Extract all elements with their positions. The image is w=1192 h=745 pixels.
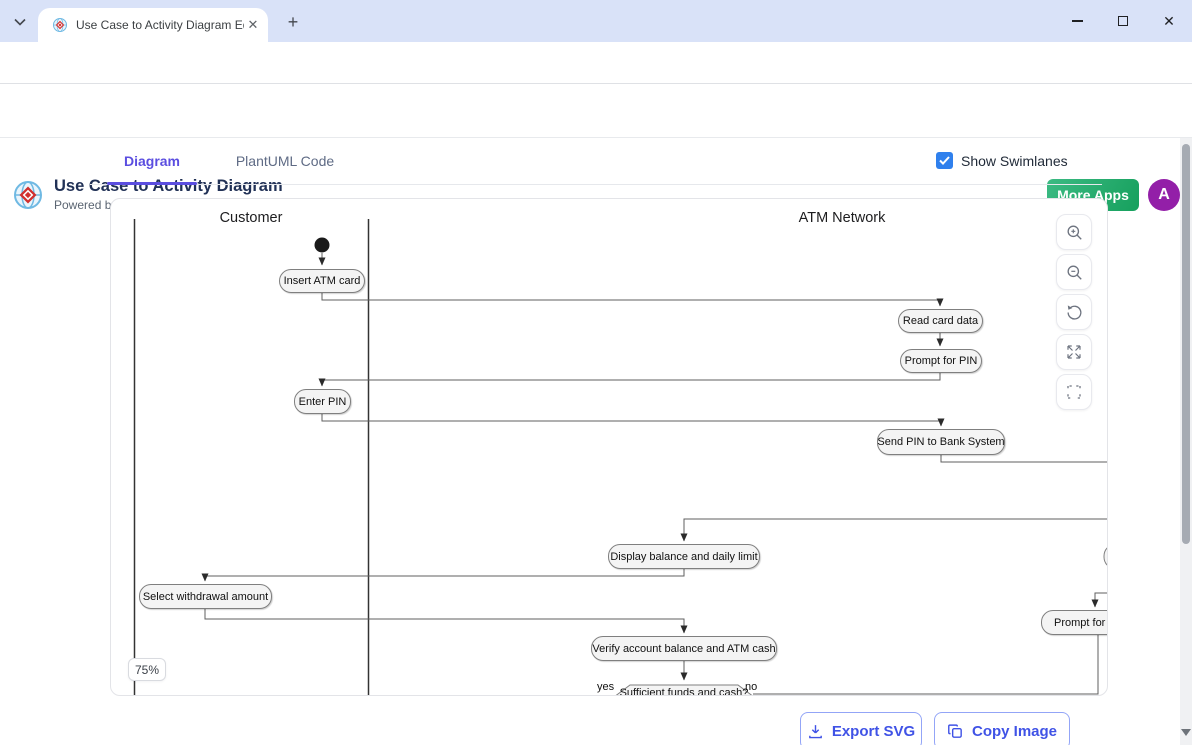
tab-diagram-label: Diagram: [124, 153, 180, 169]
activity-node-send-pin-to-bank: Send PIN to Bank System: [877, 429, 1005, 455]
show-swimlanes-checkbox[interactable]: [936, 152, 953, 169]
maximize-icon: [1118, 16, 1128, 26]
tab-plantuml-label: PlantUML Code: [236, 153, 334, 169]
tab-close-icon[interactable]: ✕: [244, 16, 262, 34]
zoom-out-button[interactable]: [1056, 254, 1092, 290]
activity-node-enter-pin: Enter PIN: [294, 389, 351, 414]
activity-node-insert-atm-card: Insert ATM card: [279, 269, 365, 293]
chevron-down-icon: [14, 18, 26, 26]
swimlane-title-atm-network: ATM Network: [762, 210, 922, 226]
visual-paradigm-favicon-icon: [52, 17, 68, 33]
minimize-icon: [1072, 20, 1083, 22]
show-swimlanes-control[interactable]: Show Swimlanes: [936, 152, 1068, 169]
diagram-canvas[interactable]: Customer ATM Network Insert ATM card Rea…: [110, 198, 1108, 696]
activity-node-verify-balance: Verify account balance and ATM cash: [591, 636, 777, 661]
zoom-level-badge: 75%: [128, 658, 166, 681]
powered-by-prefix: Powered by: [54, 198, 117, 212]
app-header: Use Case to Activity Diagram Powered by …: [0, 84, 1192, 138]
window-controls: ✕: [1054, 0, 1192, 42]
scrollbar-thumb[interactable]: [1182, 144, 1190, 544]
check-icon: [939, 156, 950, 165]
activity-node-display-balance: Display balance and daily limit: [608, 544, 760, 569]
activity-node-read-card-data: Read card data: [898, 309, 983, 333]
zoom-out-icon: [1065, 263, 1084, 282]
swimlane-title-customer: Customer: [171, 210, 331, 226]
export-svg-button[interactable]: Export SVG: [800, 712, 922, 745]
scrollbar-down-arrow-icon[interactable]: [1181, 729, 1191, 736]
close-icon: ✕: [1163, 14, 1175, 28]
minimize-button[interactable]: [1054, 0, 1100, 42]
activity-node-prompt-for-pin: Prompt for PIN: [900, 349, 982, 373]
view-tabs: Diagram PlantUML Code Show Swimlanes: [90, 138, 1102, 185]
tab-strip: Use Case to Activity Diagram Ed ✕ + ✕: [0, 0, 1192, 42]
reset-view-button[interactable]: [1056, 294, 1092, 330]
tab-title: Use Case to Activity Diagram Ed: [76, 18, 244, 32]
decision-label: Sufficient funds and cash?: [614, 687, 754, 696]
zoom-in-icon: [1065, 223, 1084, 242]
close-button[interactable]: ✕: [1146, 0, 1192, 42]
copy-icon: [947, 723, 964, 740]
export-svg-label: Export SVG: [832, 723, 915, 740]
reset-rotate-icon: [1065, 303, 1084, 322]
activity-node-prompt-clipped: Prompt for PI: [1041, 610, 1108, 635]
tab-diagram[interactable]: Diagram: [107, 138, 197, 184]
download-icon: [807, 723, 824, 740]
fullscreen-button[interactable]: [1056, 374, 1092, 410]
copy-image-label: Copy Image: [972, 723, 1057, 740]
visual-paradigm-logo-icon: [12, 179, 44, 211]
browser-window: Use Case to Activity Diagram Ed ✕ + ✕ ai…: [0, 0, 1192, 745]
decision-yes-label: yes: [597, 681, 614, 693]
fullscreen-brackets-icon: [1065, 383, 1083, 401]
maximize-button[interactable]: [1100, 0, 1146, 42]
decision-no-label: no: [745, 681, 757, 693]
expand-button[interactable]: [1056, 334, 1092, 370]
zoom-in-button[interactable]: [1056, 214, 1092, 250]
expand-arrows-icon: [1065, 343, 1083, 361]
activity-node-select-withdrawal: Select withdrawal amount: [139, 584, 272, 609]
browser-tab[interactable]: Use Case to Activity Diagram Ed ✕: [38, 8, 268, 42]
user-avatar[interactable]: A: [1148, 179, 1180, 211]
tab-plantuml-code[interactable]: PlantUML Code: [235, 138, 335, 184]
show-swimlanes-label: Show Swimlanes: [961, 153, 1068, 169]
browser-toolbar: ai-toolbox.visual-paradigm.com/app/use-c…: [0, 42, 1192, 84]
new-tab-button[interactable]: +: [282, 11, 304, 33]
copy-image-button[interactable]: Copy Image: [934, 712, 1070, 745]
active-tab-underline: [107, 182, 197, 185]
tab-search-button[interactable]: [8, 10, 32, 34]
